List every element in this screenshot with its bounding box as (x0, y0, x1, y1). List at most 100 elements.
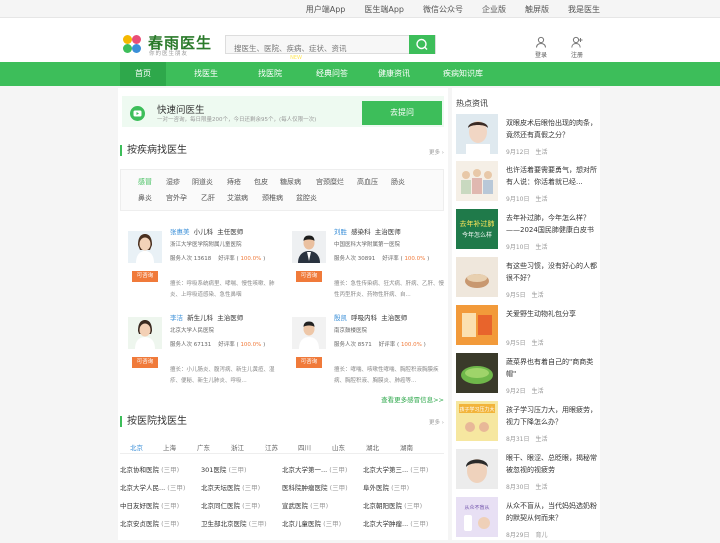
tag-hemorrhoids[interactable]: 痔疮 (227, 177, 241, 187)
ask-button[interactable]: 去提问 (362, 101, 442, 125)
news-item[interactable]: 关爱野生动物礼包分享 9月5日 生活 (456, 305, 600, 351)
doctor-name[interactable]: 张惠美 (170, 228, 190, 236)
rating-value: 100.0% (400, 342, 422, 348)
more-cold-info-link[interactable]: 查看更多感冒信息>> (381, 394, 444, 404)
hospital-link[interactable]: 北京同仁医院 (三甲) (201, 500, 260, 510)
hospital-link[interactable]: 北京大学人民... (三甲) (120, 482, 185, 492)
city-tab-hubei[interactable]: 湖北 (366, 442, 379, 452)
consult-badge[interactable]: 可咨询 (296, 357, 322, 368)
hospital-link[interactable]: 北京安贞医院 (三甲) (120, 518, 179, 528)
hospital-link[interactable]: 北京大学第一... (三甲) (282, 464, 347, 474)
news-date: 9月5日 (506, 292, 526, 299)
doctor-card[interactable]: 可咨询 殷凯 呼吸内科 主治医师 南京鼓楼医院 服务人次 8571 好评率 ( … (284, 309, 446, 392)
disease-more-link[interactable]: 更多 › (429, 148, 444, 156)
nav-find-hospital[interactable]: 找医院 NEW (250, 55, 302, 86)
tag-ectopic[interactable]: 宫外孕 (166, 193, 187, 203)
news-item[interactable]: 眼干、眼涩、总眨眼，揭秘常被忽视的视疲劳 8月30日 生活 (456, 449, 600, 495)
doctor-card[interactable]: 可咨询 刘胜 感染科 主治医师 中国医科大学附属第一医院 服务人次 30891 … (284, 223, 446, 306)
city-tab-guangdong[interactable]: 广东 (197, 442, 210, 452)
tag-aids[interactable]: 艾滋病 (227, 193, 248, 203)
service-count: 13618 (193, 256, 212, 262)
hospital-link[interactable]: 301医院 (三甲) (201, 464, 247, 474)
hospital-link[interactable]: 宣武医院 (三甲) (282, 500, 328, 510)
city-tab-beijing[interactable]: 北京 (130, 442, 143, 452)
news-category: 生活 (535, 244, 548, 251)
consult-badge[interactable]: 可咨询 (296, 271, 322, 282)
tag-foreskin[interactable]: 包皮 (254, 177, 268, 187)
search-input[interactable] (226, 40, 406, 57)
tag-cervical-spondylosis[interactable]: 颈椎病 (262, 193, 283, 203)
quick-ask-title: 快速问医生 (157, 105, 205, 116)
news-item[interactable]: 双眼皮术后眼怡出现的肉条，竟然还有真假之分？ 9月12日 生活 (456, 114, 600, 160)
hospital-name: 卫生部北京医院 (201, 520, 247, 528)
doctor-dept: 小儿科 (193, 228, 214, 236)
tag-hypertension[interactable]: 高血压 (357, 177, 378, 187)
doctor-name[interactable]: 李洁 (170, 314, 183, 322)
hospital-link[interactable]: 北京天坛医院 (三甲) (201, 482, 260, 492)
new-badge: NEW (290, 55, 302, 61)
news-date: 8月30日 (506, 484, 530, 491)
doctor-name[interactable]: 殷凯 (334, 314, 347, 322)
tag-enteritis[interactable]: 肠炎 (391, 177, 405, 187)
hospital-link[interactable]: 中日友好医院 (三甲) (120, 500, 179, 510)
city-tab-hunan[interactable]: 湖南 (400, 442, 413, 452)
hospital-link[interactable]: 医科院肿瘤医院 (三甲) (282, 482, 348, 492)
city-tab-zhejiang[interactable]: 浙江 (231, 442, 244, 452)
hospital-link[interactable]: 北京协和医院 (三甲) (120, 464, 179, 474)
news-item[interactable]: 从众不盲从 从众不盲从，当代妈妈选奶粉的默契从何而来？ 8月29日 育儿 (456, 497, 600, 543)
hospital-level: (三甲) (404, 502, 423, 510)
mobile-link[interactable]: 触屏版 (525, 4, 549, 15)
service-count: 8571 (357, 342, 372, 348)
doctor-card[interactable]: 可咨询 张惠美 小儿科 主任医师 浙江大学医学院附属儿童医院 服务人次 1361… (120, 223, 282, 306)
nav-classic-qa[interactable]: 经典问答 (310, 62, 354, 86)
consult-badge[interactable]: 可咨询 (132, 357, 158, 368)
doctor-app-link[interactable]: 医生端App (364, 4, 404, 15)
hospital-level: (三甲) (161, 502, 180, 510)
hospital-link[interactable]: 北京朝阳医院 (三甲) (363, 500, 422, 510)
city-tab-shandong[interactable]: 山东 (332, 442, 345, 452)
hospital-link[interactable]: 北京儿童医院 (三甲) (282, 518, 341, 528)
doctor-name[interactable]: 刘胜 (334, 228, 347, 236)
tag-cervical-erosion[interactable]: 宫颈糜烂 (316, 177, 344, 187)
consult-badge[interactable]: 可咨询 (132, 271, 158, 282)
register-button[interactable]: 注册 (566, 36, 588, 59)
doctor-photo (128, 231, 162, 263)
nav-home[interactable]: 首页 (120, 62, 166, 86)
tag-pelvic[interactable]: 盆腔炎 (296, 193, 317, 203)
news-item[interactable]: 孩子学习压力大 孩子学习压力大，用眼疲劳，视力下降怎么办？ 8月31日 生活 (456, 401, 600, 447)
news-meta: 9月2日 生活 (506, 386, 550, 395)
nav-health-news[interactable]: 健康资讯 (372, 62, 416, 86)
logo-icon[interactable] (123, 35, 142, 54)
hospital-link[interactable]: 阜外医院 (三甲) (363, 482, 409, 492)
news-item[interactable]: 蔬菜界也有着自己的"商商类帽" 9月2日 生活 (456, 353, 600, 399)
hospital-link[interactable]: 北京大学肿瘤... (三甲) (363, 518, 428, 528)
nav-disease-library[interactable]: 疾病知识库 (436, 62, 490, 86)
doctor-entry-link[interactable]: 我是医生 (568, 4, 600, 15)
user-app-link[interactable]: 用户端App (306, 4, 346, 15)
doctor-card[interactable]: 可咨询 李洁 新生儿科 主治医师 北京大学人民医院 服务人次 67131 好评率… (120, 309, 282, 392)
thumb-text: 去年补过肺 (460, 219, 495, 228)
tag-vaginitis[interactable]: 阴道炎 (192, 177, 213, 187)
main-nav: 首页 找医生 找医院 NEW 经典问答 健康资讯 疾病知识库 (0, 55, 720, 86)
city-tab-shanghai[interactable]: 上海 (163, 442, 176, 452)
city-tab-jiangsu[interactable]: 江苏 (265, 442, 278, 452)
news-item[interactable]: 也许活着要需要勇气，想对所有人说：你活着就已经... 9月10日 生活 (456, 161, 600, 207)
disease-section-title: 按疾病找医生 (120, 145, 187, 156)
hospital-more-link[interactable]: 更多 › (429, 418, 444, 426)
tag-cold[interactable]: 感冒 (138, 177, 152, 187)
search-button[interactable] (409, 35, 435, 54)
news-item[interactable]: 有这些习惯，没有好心的人都很不好？ 9月5日 生活 (456, 257, 600, 303)
hospital-link[interactable]: 卫生部北京医院 (三甲) (201, 518, 267, 528)
nav-find-doctor[interactable]: 找医生 (186, 62, 226, 86)
tag-rhinitis[interactable]: 鼻炎 (138, 193, 152, 203)
hospital-link[interactable]: 北京大学第三... (三甲) (363, 464, 428, 474)
login-button[interactable]: 登录 (530, 36, 552, 59)
wechat-link[interactable]: 微信公众号 (423, 4, 463, 15)
tag-eczema[interactable]: 湿疹 (166, 177, 180, 187)
tag-diabetes[interactable]: 糖尿病 (280, 177, 301, 187)
rating-label: 好评率 (218, 342, 235, 348)
tag-hepatitis-b[interactable]: 乙肝 (201, 193, 215, 203)
city-tab-sichuan[interactable]: 四川 (298, 442, 311, 452)
news-item[interactable]: 去年补过肺 今年怎么样 去年补过肺，今年怎么样？——2024国民肺健康白皮书 9月… (456, 209, 600, 255)
enterprise-link[interactable]: 企业版 (482, 4, 506, 15)
